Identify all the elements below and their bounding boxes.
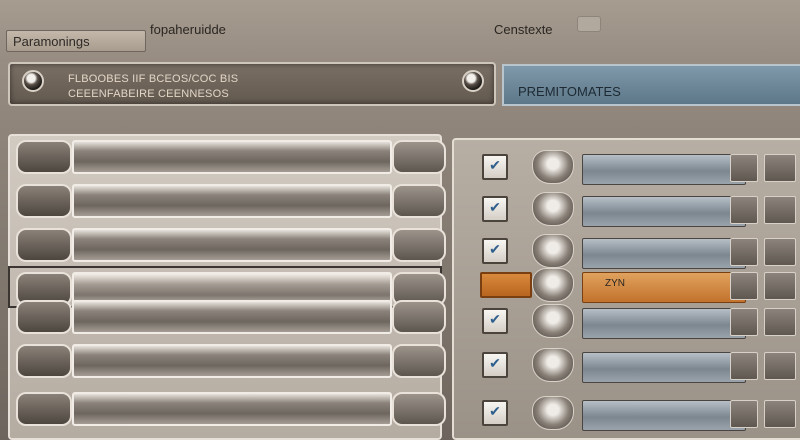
list-item[interactable]: ✔	[454, 188, 800, 228]
right-knob-icon[interactable]	[462, 70, 484, 92]
info-line-2: CEEENFABEIRE CEENNESOS	[68, 88, 229, 100]
right-list: ✔ ✔ ✔ ZYN ✔ ✔ ✔	[452, 138, 800, 440]
row-field[interactable]	[72, 228, 392, 262]
checkbox[interactable]	[480, 272, 532, 298]
table-row[interactable]	[10, 180, 446, 218]
item-icon	[532, 192, 574, 226]
row-handle-icon[interactable]	[16, 228, 72, 262]
row-handle-icon[interactable]	[16, 140, 72, 174]
table-row[interactable]	[10, 136, 446, 174]
item-icon	[532, 396, 574, 430]
checkbox[interactable]: ✔	[482, 196, 508, 222]
item-button[interactable]	[730, 238, 758, 266]
table-row[interactable]	[10, 296, 446, 334]
item-button[interactable]	[764, 238, 796, 266]
item-field[interactable]	[582, 308, 746, 339]
table-row[interactable]	[10, 388, 446, 426]
row-action-button[interactable]	[392, 392, 446, 426]
window-title: fopaheruidde	[150, 22, 226, 37]
checkbox[interactable]: ✔	[482, 154, 508, 180]
item-field[interactable]	[582, 196, 746, 227]
row-field[interactable]	[72, 344, 392, 378]
list-item[interactable]: ✔	[454, 146, 800, 186]
left-knob-icon[interactable]	[22, 70, 44, 92]
info-line-1: FLBOOBES IIF BCEOS/COC BIS	[68, 73, 239, 85]
item-button[interactable]	[764, 154, 796, 182]
list-item-highlighted[interactable]: ZYN	[454, 264, 800, 304]
item-button[interactable]	[764, 272, 796, 300]
list-item[interactable]: ✔	[454, 392, 800, 432]
row-field[interactable]	[72, 300, 392, 334]
item-button[interactable]	[730, 196, 758, 224]
item-field[interactable]	[582, 154, 746, 185]
row-field[interactable]	[72, 184, 392, 218]
item-field[interactable]	[582, 352, 746, 383]
table-row[interactable]	[10, 224, 446, 262]
item-button[interactable]	[730, 308, 758, 336]
right-header-label: Censtexte	[494, 22, 553, 37]
item-icon	[532, 304, 574, 338]
checkbox[interactable]: ✔	[482, 400, 508, 426]
tab-header[interactable]: PREMITOMATES	[502, 64, 800, 106]
item-field[interactable]: ZYN	[582, 272, 746, 303]
item-button[interactable]	[730, 154, 758, 182]
item-button[interactable]	[730, 400, 758, 428]
row-handle-icon[interactable]	[16, 344, 72, 378]
row-action-button[interactable]	[392, 140, 446, 174]
item-icon	[532, 150, 574, 184]
checkbox[interactable]: ✔	[482, 238, 508, 264]
row-action-button[interactable]	[392, 300, 446, 334]
item-button[interactable]	[764, 196, 796, 224]
row-action-button[interactable]	[392, 184, 446, 218]
item-field[interactable]	[582, 400, 746, 431]
row-handle-icon[interactable]	[16, 300, 72, 334]
checkbox[interactable]: ✔	[482, 352, 508, 378]
item-button[interactable]	[764, 352, 796, 380]
item-button[interactable]	[764, 308, 796, 336]
settings-chip[interactable]: Paramonings	[6, 30, 146, 52]
row-action-button[interactable]	[392, 344, 446, 378]
row-field[interactable]	[72, 392, 392, 426]
table-row[interactable]	[10, 340, 446, 378]
item-icon	[532, 234, 574, 268]
list-item[interactable]: ✔	[454, 300, 800, 340]
toggle-button[interactable]	[577, 16, 601, 32]
row-field[interactable]	[72, 140, 392, 174]
item-button[interactable]	[764, 400, 796, 428]
item-icon	[532, 268, 574, 302]
row-handle-icon[interactable]	[16, 184, 72, 218]
row-handle-icon[interactable]	[16, 392, 72, 426]
row-action-button[interactable]	[392, 228, 446, 262]
item-icon	[532, 348, 574, 382]
checkbox[interactable]: ✔	[482, 308, 508, 334]
left-table	[8, 134, 446, 440]
list-item[interactable]: ✔	[454, 344, 800, 384]
item-button[interactable]	[730, 352, 758, 380]
item-button[interactable]	[730, 272, 758, 300]
